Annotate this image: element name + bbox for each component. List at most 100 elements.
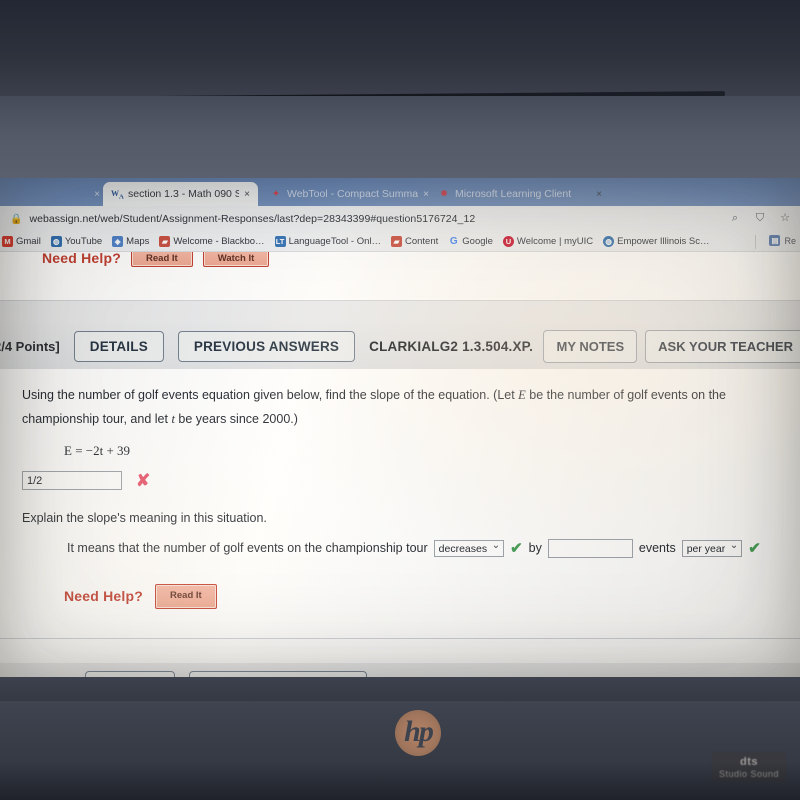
bookmark-empower-illinois[interactable]: ◍ Empower Illinois Sc… [603, 236, 710, 247]
languagetool-icon: LT [274, 236, 286, 247]
laptop-photo: × WA section 1.3 - Math 090 Spring 20. ×… [0, 0, 800, 800]
bookmark-label: Google [462, 236, 493, 247]
correct-mark-icon: ✔ [510, 540, 523, 558]
bookmark-label: Empower Illinois Sc… [617, 236, 710, 247]
tab-title: section 1.3 - Math 090 Spring 20. [128, 188, 240, 200]
previous-question-need-help: Need Help? Read It Watch It [0, 252, 800, 270]
site-icon: ✦ [272, 189, 280, 198]
question-12-header: 2/4 Points] DETAILS PREVIOUS ANSWERS CLA… [0, 323, 800, 369]
previous-answers-button[interactable]: PREVIOUS ANSWERS [177, 330, 356, 362]
bookmark-label: Gmail [16, 236, 41, 247]
gmail-icon: M [2, 236, 13, 247]
reading-list-button[interactable]: ▤ Re [769, 235, 796, 246]
globe-icon: ◍ [603, 236, 615, 247]
details-button[interactable]: DETAILS [73, 330, 164, 362]
bookmark-maps[interactable]: ◈ Maps [112, 236, 149, 247]
question-points: 2/4 Points] [0, 338, 60, 354]
bookmark-label: Content [404, 236, 439, 247]
explain-prompt: Explain the slope's meaning in this situ… [22, 511, 267, 526]
zoom-search-icon[interactable]: ⌕ [728, 211, 742, 225]
divider [755, 235, 756, 249]
laptop-bottom-bezel [0, 677, 800, 701]
rate-select[interactable]: per year [681, 538, 743, 558]
site-icon: ❋ [440, 189, 448, 198]
watch-it-button[interactable]: Watch It [202, 252, 270, 267]
prompt-text-1: Using the number of golf events equation… [22, 388, 519, 402]
bookmark-label: Maps [126, 236, 150, 247]
my-notes-button[interactable]: MY NOTES [543, 330, 638, 363]
by-label: by [528, 541, 542, 556]
prompt-text-3: tour, and let [102, 412, 172, 427]
ask-your-teacher-button[interactable]: ASK YOUR TEACHER [645, 330, 800, 363]
url-text: webassign.net/web/Student/Assignment-Res… [29, 213, 476, 225]
browser-tab-strip: × WA section 1.3 - Math 090 Spring 20. ×… [0, 178, 800, 206]
extensions-icon[interactable]: ⛉ [753, 211, 767, 225]
webassign-icon: WA [111, 189, 124, 201]
close-icon[interactable]: × [596, 189, 602, 200]
bookmark-label: Welcome | myUIC [516, 236, 594, 247]
globe-icon: ◍ [50, 236, 62, 247]
tab-title: WebTool - Compact Summary [287, 188, 419, 200]
slope-answer-input[interactable] [22, 471, 122, 491]
browser-address-bar[interactable]: 🔒 webassign.net/web/Student/Assignment-R… [0, 206, 800, 232]
omnibox-actions: ⌕ ⛉ ☆ [728, 211, 792, 225]
read-it-button[interactable]: Read It [131, 252, 193, 267]
content-icon: ▰ [390, 236, 402, 247]
blackboard-icon: ▰ [159, 236, 171, 247]
bookmark-youtube[interactable]: ◍ YouTube [50, 236, 103, 247]
question-next-header: . [9/9 Points] DETAILS PREVIOUS ANSWERS … [0, 663, 800, 677]
reading-list-icon: ▤ [769, 235, 781, 246]
question-12-need-help: Need Help? Read It [64, 583, 790, 610]
lock-icon: 🔒 [10, 213, 23, 225]
bookmark-label: Welcome - Blackbo… [173, 236, 265, 247]
maps-icon: ◈ [112, 236, 124, 247]
google-g-icon: G [449, 236, 458, 247]
section-gap [0, 301, 800, 323]
equation: E = −2t + 39 [64, 442, 131, 458]
bookmark-myuic[interactable]: U Welcome | myUIC [502, 236, 594, 247]
bookmark-star-icon[interactable]: ☆ [778, 211, 792, 225]
browser-tab-active[interactable]: WA section 1.3 - Math 090 Spring 20. × [103, 182, 258, 206]
webassign-page: Need Help? Read It Watch It 2/4 Points] … [0, 252, 800, 677]
bookmark-content[interactable]: ▰ Content [390, 236, 439, 247]
browser-tab-inactive-2[interactable]: ✦ WebTool - Compact Summary × [262, 182, 437, 206]
means-prefix-text: It means that the number of golf events … [67, 541, 428, 556]
explanation-sentence-row: It means that the number of golf events … [67, 536, 790, 560]
question-12-body: Using the number of golf events equation… [0, 369, 800, 620]
browser-tab-inactive-3[interactable]: ❋ Microsoft Learning Client × [430, 182, 610, 206]
bookmark-blackboard[interactable]: ▰ Welcome - Blackbo… [159, 236, 265, 247]
amount-input[interactable] [547, 539, 633, 559]
incorrect-mark-icon: ✘ [136, 471, 151, 491]
bookmark-label: LanguageTool - Onl… [288, 236, 381, 247]
divider [0, 638, 800, 640]
prompt-text-4: be years since 2000.) [174, 412, 298, 427]
events-label: events [638, 541, 676, 556]
bookmark-label: YouTube [64, 236, 103, 247]
question-header-actions: MY NOTES ASK YOUR TEACHER [543, 330, 800, 363]
direction-select[interactable]: decreases [433, 538, 505, 558]
uic-icon: U [502, 236, 514, 247]
bookmark-google[interactable]: G Google [448, 236, 493, 247]
deck-shadow [0, 762, 800, 800]
bookmarks-bar: M Gmail ◍ YouTube ◈ Maps ▰ Welcome - Bla… [0, 232, 800, 252]
answer-row: ✘ [22, 471, 790, 491]
question-prompt: Using the number of golf events equation… [22, 383, 790, 432]
room-background [0, 0, 800, 96]
need-help-label: Need Help? [42, 252, 122, 266]
question-code: CLARKIALG2 1.3.504.XP. [369, 338, 534, 354]
correct-mark-icon: ✔ [748, 540, 761, 558]
browser-tab-inactive-1[interactable]: × [20, 182, 108, 206]
read-it-button[interactable]: Read It [155, 584, 217, 609]
reading-list-label: Re [784, 235, 796, 246]
need-help-label: Need Help? [64, 587, 144, 604]
close-icon[interactable]: × [94, 189, 100, 200]
bookmark-languagetool[interactable]: LT LanguageTool - Onl… [274, 236, 381, 247]
tab-title: Microsoft Learning Client [455, 188, 572, 200]
variable-E: E [518, 388, 526, 402]
laptop-top-bezel [0, 96, 800, 240]
close-icon[interactable]: × [244, 189, 250, 200]
hp-logo: hp [395, 710, 441, 756]
laptop-screen: × WA section 1.3 - Math 090 Spring 20. ×… [0, 178, 800, 677]
bookmark-gmail[interactable]: M Gmail [2, 236, 41, 247]
close-icon[interactable]: × [423, 189, 429, 200]
